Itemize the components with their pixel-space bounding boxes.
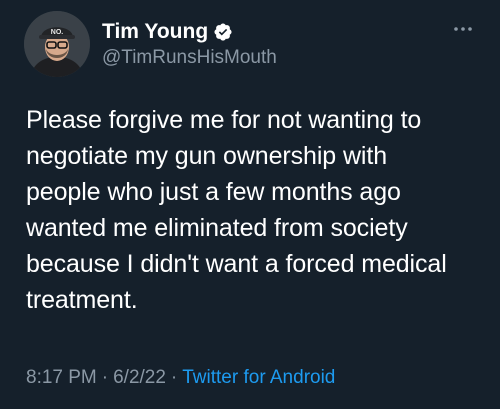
tweet-card: NO. Tim Young @TimRunsHisMouth Please fo… xyxy=(0,0,500,409)
tweet-time[interactable]: 8:17 PM xyxy=(26,367,97,388)
author-avatar[interactable]: NO. xyxy=(24,11,90,77)
avatar-image: NO. xyxy=(24,11,90,77)
meta-separator: · xyxy=(170,367,178,388)
tweet-source-link[interactable]: Twitter for Android xyxy=(182,367,335,388)
avatar-hat-text: NO. xyxy=(51,29,64,36)
tweet-text: Please forgive me for not wanting to neg… xyxy=(26,106,447,314)
author-name-row: Tim Young xyxy=(102,19,233,45)
more-options-icon[interactable] xyxy=(452,22,474,34)
tweet-date[interactable]: 6/2/22 xyxy=(113,367,166,388)
author-handle[interactable]: @TimRunsHisMouth xyxy=(102,47,277,69)
tweet-meta: 8:17 PM · 6/2/22 · Twitter for Android xyxy=(26,366,335,390)
author-display-name[interactable]: Tim Young xyxy=(102,19,208,45)
verified-badge-icon xyxy=(213,22,233,42)
meta-separator: · xyxy=(101,367,109,388)
